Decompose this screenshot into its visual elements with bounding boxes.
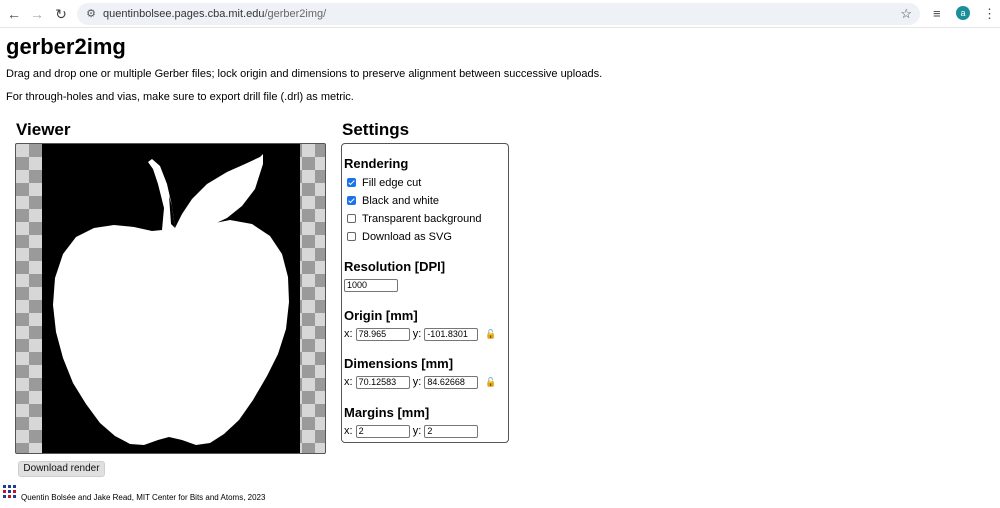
dimensions-x-label: x: — [344, 376, 353, 389]
origin-heading: Origin [mm] — [344, 308, 418, 323]
origin-y-input[interactable]: -101.8301 — [424, 327, 479, 341]
black-and-white-checkbox[interactable] — [347, 196, 356, 205]
fill-edge-cut-option[interactable]: Fill edge cut — [347, 176, 421, 190]
forward-icon[interactable]: → — [28, 5, 46, 23]
site-info-icon[interactable]: ⚙ — [84, 7, 98, 21]
margins-y-label: y: — [412, 425, 422, 438]
viewer-heading: Viewer — [16, 120, 71, 139]
margins-x-input[interactable]: 2 — [355, 424, 410, 438]
reading-list-icon[interactable]: ≡ — [933, 6, 941, 22]
avatar[interactable]: a — [956, 6, 970, 20]
download-as-svg-option[interactable]: Download as SVG — [347, 230, 452, 244]
margins-y-input[interactable]: 2 — [424, 424, 479, 438]
dimensions-heading: Dimensions [mm] — [344, 356, 454, 371]
viewer-canvas[interactable] — [15, 143, 326, 454]
browser-toolbar: ← → ↻ ⚙ quentinbolsee.pages.cba.mit.edu/… — [0, 0, 1000, 28]
checkbox-label: Download as SVG — [362, 231, 452, 243]
download-as-svg-checkbox[interactable] — [347, 232, 356, 241]
checkbox-label: Black and white — [362, 195, 440, 207]
origin-x-input[interactable]: 78.965 — [355, 327, 410, 341]
dimensions-y-input[interactable]: 84.62668 — [424, 375, 479, 389]
description-line-2: For through-holes and vias, make sure to… — [6, 91, 354, 103]
origin-x-label: x: — [344, 328, 353, 341]
footer-credits: Quentin Bolsée and Jake Read, MIT Center… — [21, 493, 266, 502]
back-icon[interactable]: ← — [5, 5, 23, 23]
address-bar[interactable]: ⚙ quentinbolsee.pages.cba.mit.edu/gerber… — [77, 3, 920, 25]
margins-row: x: 2 y: 2 — [344, 424, 479, 438]
checkbox-label: Fill edge cut — [362, 177, 422, 189]
dimensions-row: x: 70.12583 y: 84.62668 🔓 — [344, 375, 497, 389]
black-and-white-option[interactable]: Black and white — [347, 194, 439, 208]
star-icon[interactable]: ☆ — [900, 6, 912, 22]
menu-icon[interactable]: ⋮ — [983, 6, 996, 22]
dimensions-y-label: y: — [412, 376, 422, 389]
origin-y-label: y: — [412, 328, 422, 341]
margins-x-label: x: — [344, 425, 353, 438]
download-render-button[interactable]: Download render — [18, 461, 105, 477]
resolution-row: 1000 — [344, 278, 398, 292]
url-text[interactable]: quentinbolsee.pages.cba.mit.edu/gerber2i… — [103, 7, 326, 21]
transparent-background-checkbox[interactable] — [347, 214, 356, 223]
resolution-heading: Resolution [DPI] — [344, 259, 446, 274]
margins-heading: Margins [mm] — [344, 405, 430, 420]
checkbox-label: Transparent background — [362, 213, 482, 225]
gerber-render — [42, 144, 300, 453]
settings-heading: Settings — [342, 120, 410, 139]
settings-panel: Rendering Fill edge cut Black and white … — [341, 143, 509, 443]
rendering-heading: Rendering — [344, 156, 409, 171]
reload-icon[interactable]: ↻ — [52, 5, 70, 23]
dimensions-x-input[interactable]: 70.12583 — [355, 375, 410, 389]
dimensions-lock-icon[interactable]: 🔓 — [485, 375, 496, 389]
transparent-background-option[interactable]: Transparent background — [347, 212, 481, 226]
origin-lock-icon[interactable]: 🔓 — [485, 327, 496, 341]
fill-edge-cut-checkbox[interactable] — [347, 178, 356, 187]
page-title: gerber2img — [6, 34, 126, 59]
origin-row: x: 78.965 y: -101.8301 🔓 — [344, 327, 497, 341]
apple-render-image — [53, 154, 289, 445]
cba-logo-icon — [3, 485, 17, 499]
description-line-1: Drag and drop one or multiple Gerber fil… — [6, 68, 603, 80]
resolution-input[interactable]: 1000 — [344, 278, 398, 292]
